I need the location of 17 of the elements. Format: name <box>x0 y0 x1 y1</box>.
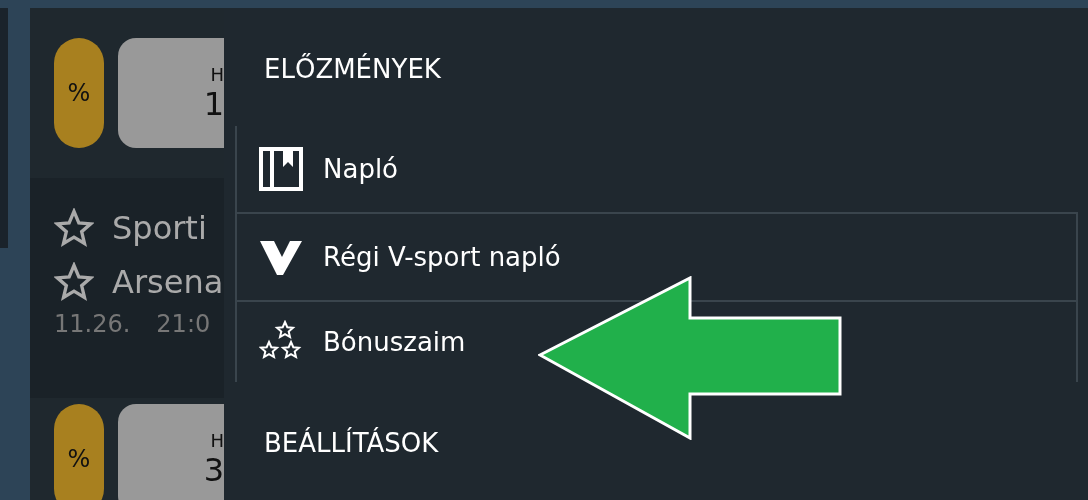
favorite-star-icon[interactable] <box>54 262 94 302</box>
match-date: 11.26. <box>54 310 131 338</box>
menu-item[interactable]: Napló <box>237 126 1078 214</box>
book-icon <box>259 147 303 191</box>
menu-item-label: Bónuszaim <box>323 327 466 357</box>
team-name: Sporti <box>112 209 207 247</box>
menu-item-label: Régi V-sport napló <box>323 242 561 272</box>
menu-item-label: Napló <box>323 154 399 184</box>
team-name: Arsena <box>112 263 224 301</box>
boost-badge: % <box>54 404 104 500</box>
odds-button[interactable]: H 3 <box>118 404 224 500</box>
section-heading: ELŐZMÉNYEK <box>263 52 442 86</box>
favorite-star-icon[interactable] <box>54 208 94 248</box>
match-time: 21:0 <box>156 310 211 338</box>
section-heading: BEÁLLÍTÁSOK <box>263 426 440 460</box>
odds-button[interactable]: H 1 <box>118 38 224 148</box>
boost-badge: % <box>54 38 104 148</box>
